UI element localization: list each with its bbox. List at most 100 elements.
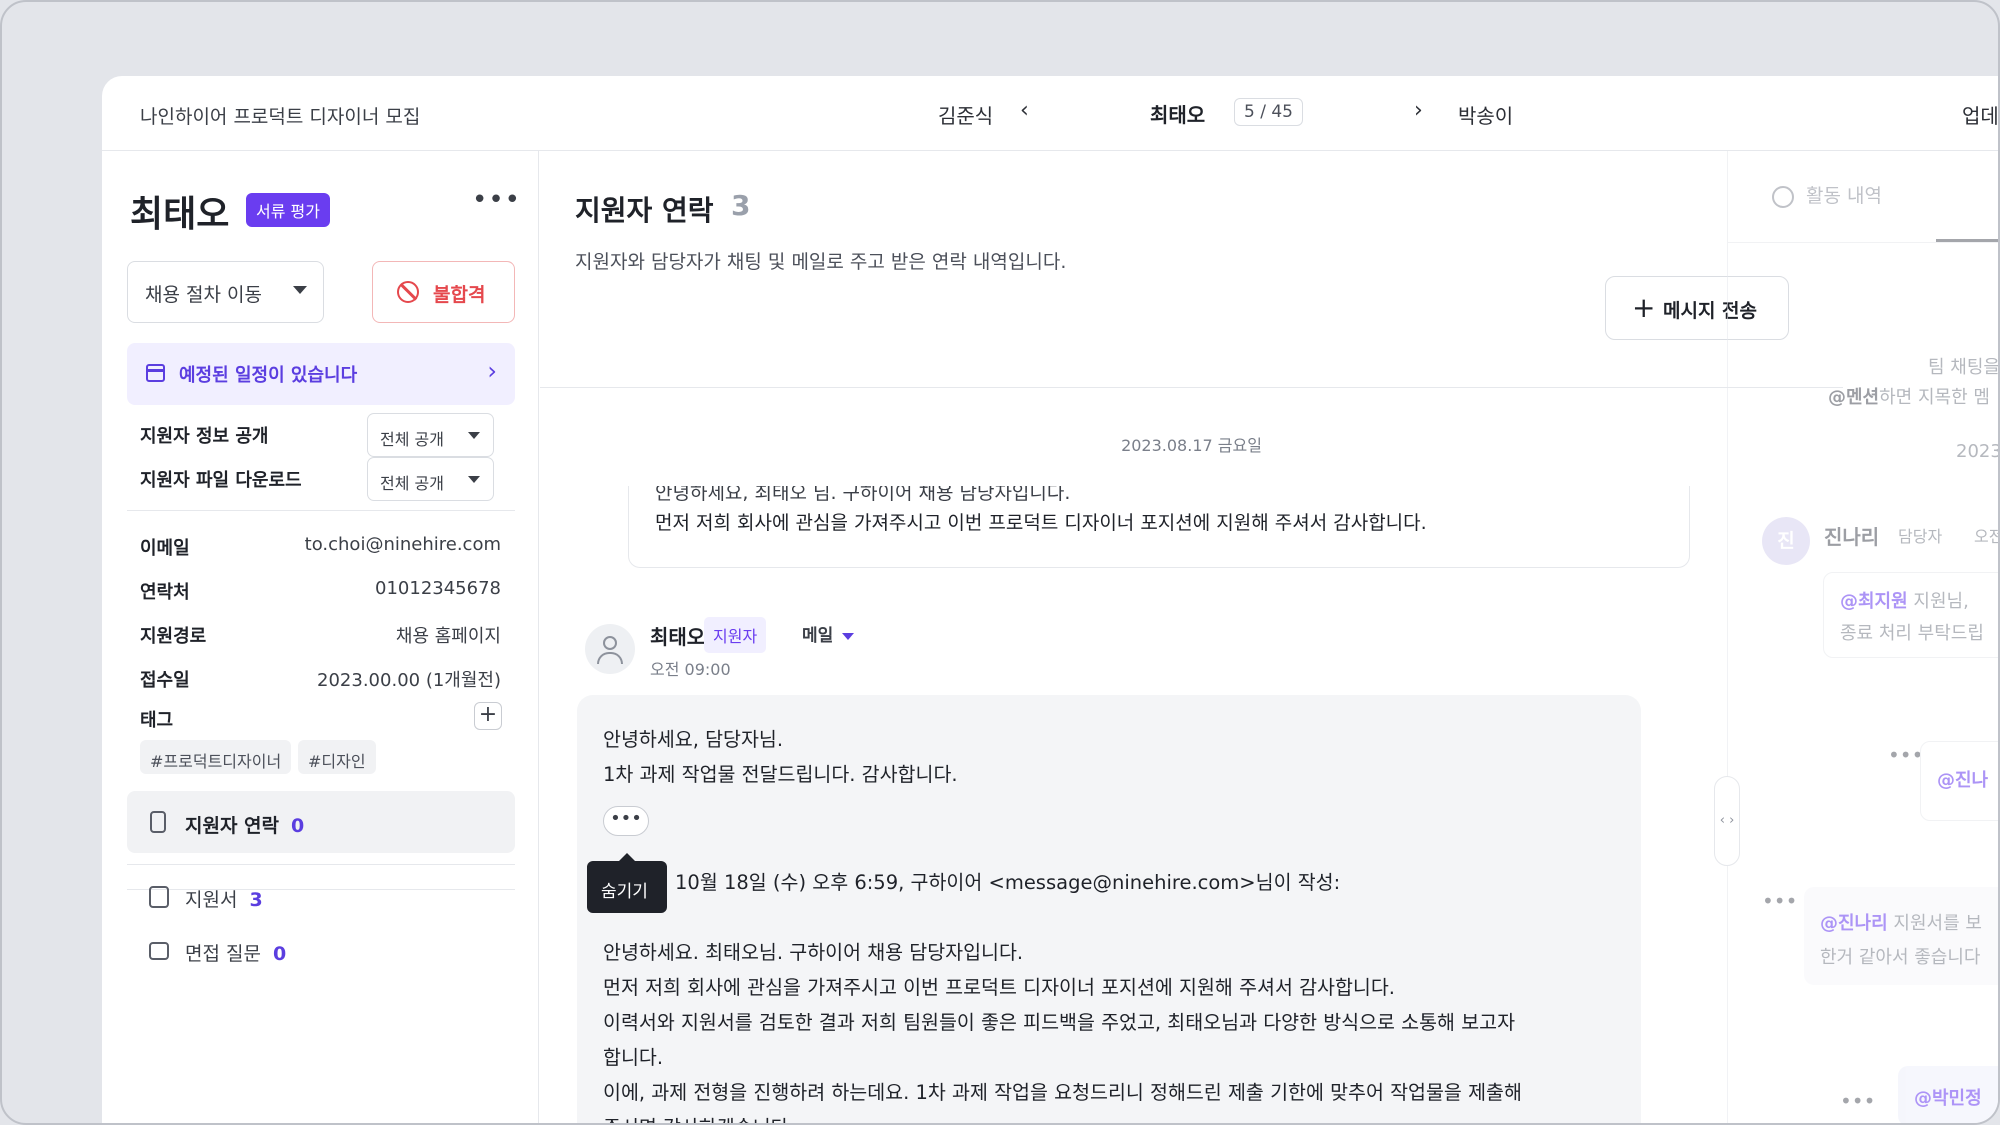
panel-title-count: 3 xyxy=(731,189,751,222)
divider xyxy=(127,864,515,865)
panel-subtitle: 지원자와 담당자가 채팅 및 메일로 주고 받은 연락 내역입니다. xyxy=(575,251,1067,273)
chat-message: @최지원 지원님, 종료 처리 부탁드립 xyxy=(1823,572,1998,658)
chevron-left-icon[interactable]: ‹ xyxy=(1020,98,1029,123)
nav-count: 0 xyxy=(272,943,287,965)
scheduled-event-banner[interactable]: 예정된 일정이 있습니다 › xyxy=(127,343,515,405)
prev-applicant-name[interactable]: 김준식 xyxy=(938,100,993,129)
file-download-value: 전체 공개 xyxy=(380,474,444,493)
tag-label: 태그 xyxy=(140,710,174,731)
hide-tooltip: 숨기기 xyxy=(587,853,667,913)
nav-count: 3 xyxy=(249,889,263,911)
nav-label: 지원자 연락 xyxy=(185,815,280,837)
tab-activity[interactable]: 활동 내역 xyxy=(1772,181,1882,208)
tag-chip[interactable]: #디자인 xyxy=(298,740,376,774)
contact-panel: 지원자 연락 3 지원자와 담당자가 채팅 및 메일로 주고 받은 연락 내역입… xyxy=(540,151,1843,1123)
phone-value[interactable]: 01012345678 xyxy=(375,578,501,599)
chat-user-time: 오전 xyxy=(1974,527,1998,546)
info-visibility-label: 지원자 정보 공개 xyxy=(140,426,269,447)
email-value[interactable]: to.choi@ninehire.com xyxy=(305,534,501,555)
divider xyxy=(1728,242,1998,243)
job-posting-title[interactable]: 나인하이어 프로덕트 디자이너 모집 xyxy=(140,102,420,129)
message-time: 오전 09:00 xyxy=(650,660,731,679)
applicant-window: 나인하이어 프로덕트 디자이너 모집 김준식 ‹ 최태오 5 / 45 › 박송… xyxy=(102,76,2000,1123)
previous-message-line: 먼저 저희 회사에 관심을 가져주시고 이번 프로덕트 디자이너 포지션에 지원… xyxy=(655,512,1427,534)
nav-applicant-contact[interactable]: 지원자 연락 0 xyxy=(127,791,515,853)
info-visibility-value: 전체 공개 xyxy=(380,430,444,449)
mention-hint-text: 하면 지목한 멤 xyxy=(1879,387,1990,408)
mention[interactable]: @박민정 xyxy=(1914,1084,1982,1110)
quote-line: 합니다. xyxy=(603,1046,664,1069)
toggle-quote-button[interactable]: ••• xyxy=(603,806,649,836)
mention-hint: @멘션하면 지목한 멤 xyxy=(1828,383,1990,409)
message-line: 안녕하세요, 담당자님. xyxy=(603,728,784,751)
reject-label: 불합격 xyxy=(433,284,486,306)
channel-dropdown[interactable]: 메일 xyxy=(802,621,855,646)
divider xyxy=(540,387,1843,388)
reject-button[interactable]: 불합격 xyxy=(372,261,515,323)
applied-date-value: 2023.00.00 (1개월전) xyxy=(317,670,501,691)
next-applicant-name[interactable]: 박송이 xyxy=(1458,100,1513,129)
nav-count: 0 xyxy=(291,815,305,837)
stage-badge: 서류 평가 xyxy=(246,193,330,227)
quote-header: 10월 18일 (수) 오후 6:59, 구하이어 <message@nineh… xyxy=(675,871,1341,894)
quote-line: 먼저 저희 회사에 관심을 가져주시고 이번 프로덕트 디자이너 포지션에 지원… xyxy=(603,976,1395,999)
quote-line: 이력서와 지원서를 검토한 결과 저희 팀원들이 좋은 피드백을 주었고, 최태… xyxy=(603,1011,1516,1034)
applied-date-label: 접수일 xyxy=(140,670,190,691)
message-line: 1차 과제 작업물 전달드립니다. 감사합니다. xyxy=(603,763,958,786)
message-options-icon[interactable]: ••• xyxy=(1762,889,1797,913)
applicant-name: 최태오 xyxy=(130,194,230,235)
panel-title: 지원자 연락 xyxy=(575,194,714,227)
previous-message: 안녕하세요, 최태오 님. 구하이어 채용 담당자입니다. 먼저 저희 회사에 … xyxy=(628,486,1690,568)
info-visibility-select[interactable]: 전체 공개 xyxy=(367,413,494,457)
file-download-label: 지원자 파일 다운로드 xyxy=(140,470,302,491)
file-download-select[interactable]: 전체 공개 xyxy=(367,457,494,501)
team-chat-hint: 팀 채팅을 xyxy=(1928,357,2000,378)
chat-message: @박민정 xyxy=(1898,1066,1998,1123)
history-icon xyxy=(1772,185,1794,208)
move-stage-dropdown[interactable]: 채용 절차 이동 xyxy=(127,261,324,323)
divider xyxy=(127,510,515,511)
nav-interview-questions[interactable]: 면접 질문 0 xyxy=(127,927,515,977)
person-icon-body xyxy=(597,652,623,664)
message-options-icon[interactable]: ••• xyxy=(1840,1089,1875,1113)
quote-line: 주시면 감사하겠습니다. xyxy=(603,1111,795,1123)
mention[interactable]: @진나리 xyxy=(1820,913,1888,934)
mention[interactable]: @진나 xyxy=(1937,766,1988,792)
nav-application[interactable]: 지원서 3 xyxy=(127,873,515,923)
sender-name: 최태오 xyxy=(650,625,706,649)
current-applicant-name: 최태오 xyxy=(1150,103,1206,127)
channel-label: 메일 xyxy=(802,626,834,646)
avatar xyxy=(585,624,635,674)
date-separator: 2023 xyxy=(1956,441,2000,462)
phone-label: 연락처 xyxy=(140,582,190,603)
chat-user-name: 진나리 xyxy=(1824,525,1880,549)
calendar-icon xyxy=(146,364,165,382)
add-tag-button[interactable]: + xyxy=(474,702,502,730)
caret-down-icon xyxy=(842,632,855,640)
quote-line: 안녕하세요. 최태오님. 구하이어 채용 담당자입니다. xyxy=(603,941,1024,964)
top-bar: 나인하이어 프로덕트 디자이너 모집 김준식 ‹ 최태오 5 / 45 › 박송… xyxy=(102,76,1998,151)
mention[interactable]: @최지원 xyxy=(1840,591,1908,612)
activity-panel: 활동 내역 팀 채팅을 @멘션하면 지목한 멤 2023 진 진나리 담당자 오… xyxy=(1727,151,2000,1123)
chevron-right-icon: › xyxy=(487,357,497,385)
email-label: 이메일 xyxy=(140,538,190,559)
mention-hint-bold: @멘션 xyxy=(1828,387,1880,408)
chat-message-line: 한거 같아서 좋습니다 xyxy=(1820,947,1981,968)
message-bubble: 안녕하세요, 담당자님. 1차 과제 작업물 전달드립니다. 감사합니다. ••… xyxy=(577,695,1641,1123)
clipboard-icon xyxy=(149,886,169,908)
nav-label: 지원서 xyxy=(185,889,238,911)
caret-down-icon xyxy=(468,476,480,483)
plus-icon: + xyxy=(1632,291,1656,324)
chat-message-line: @진나리 지원서를 보 xyxy=(1820,909,1982,935)
folder-icon xyxy=(149,942,169,960)
more-options-icon[interactable]: ••• xyxy=(472,185,521,215)
caret-down-icon xyxy=(293,286,307,294)
chevron-right-icon[interactable]: › xyxy=(1414,98,1423,123)
sender-role-badge: 지원자 xyxy=(704,617,767,653)
message-options-icon[interactable]: ••• xyxy=(1888,743,1923,767)
chat-message-line: 종료 처리 부탁드립 xyxy=(1840,623,1984,644)
update-button[interactable]: 업데 xyxy=(1962,100,1998,129)
chat-text: 지원님, xyxy=(1907,591,1969,612)
resize-handle[interactable]: ‹ › xyxy=(1714,776,1740,866)
tag-chip[interactable]: #프로덕트디자이너 xyxy=(140,740,292,774)
